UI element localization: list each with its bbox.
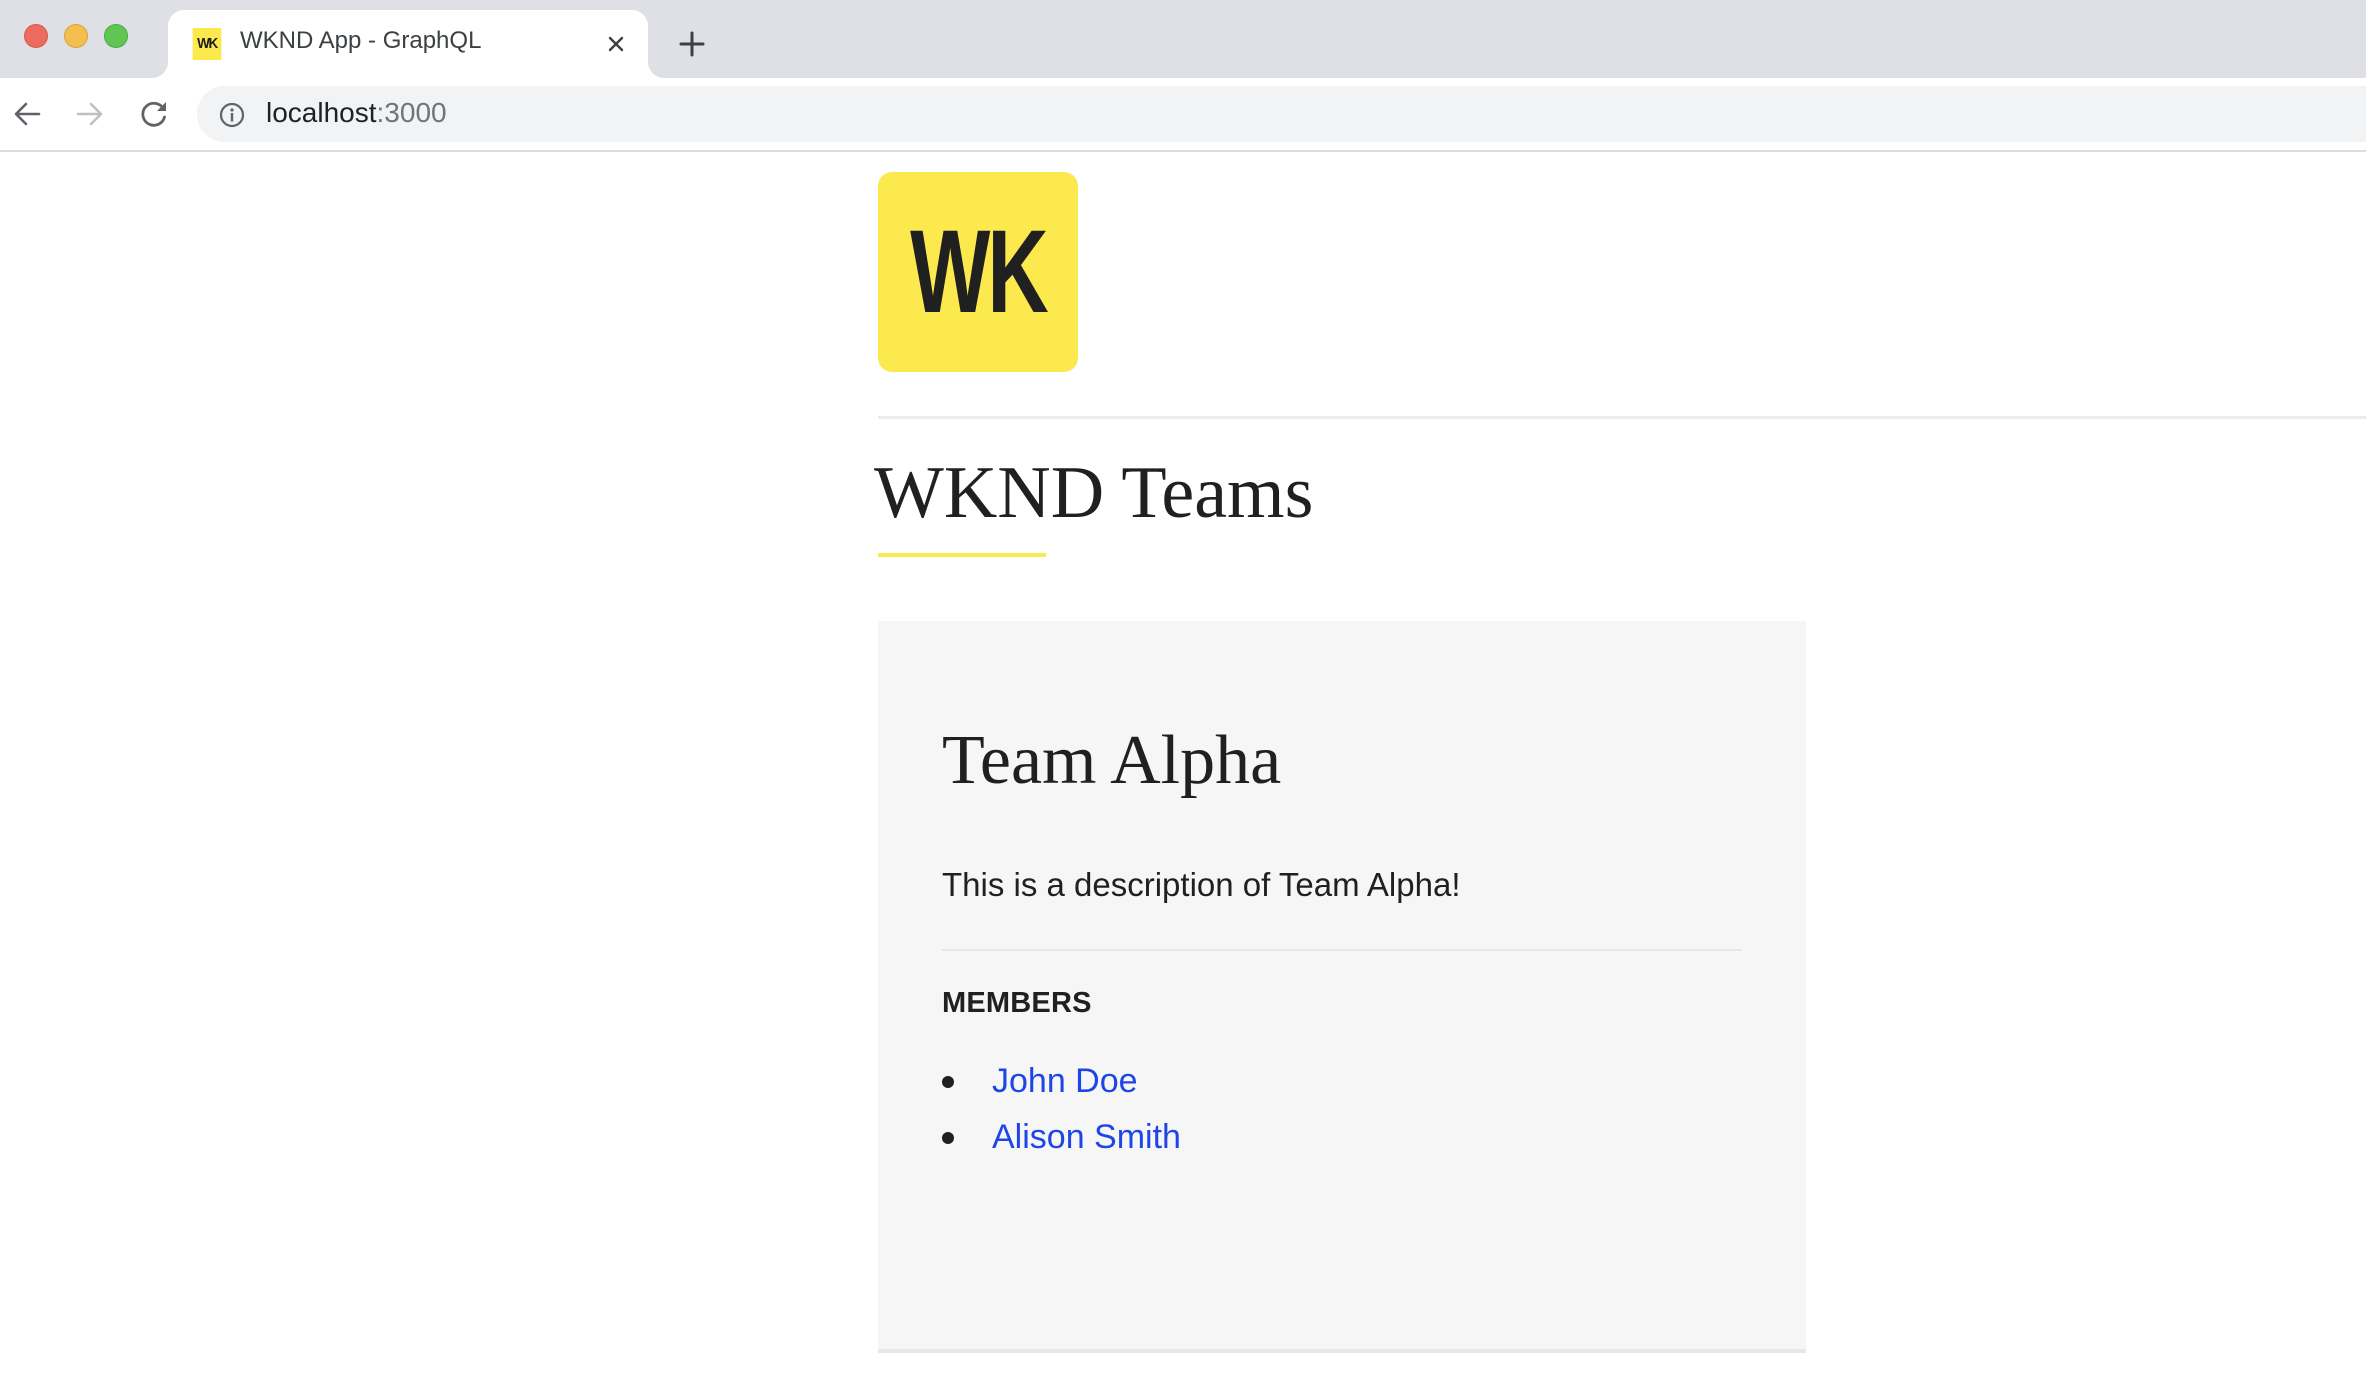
- tab-title: WKND App - GraphQL: [240, 27, 482, 54]
- plus-icon[interactable]: [678, 30, 706, 58]
- header-divider: [878, 416, 2366, 419]
- member-link-john-doe[interactable]: John Doe: [992, 1062, 1138, 1100]
- team-description: This is a description of Team Alpha!: [942, 866, 1461, 903]
- url-text[interactable]: localhost:3000: [266, 97, 447, 129]
- member-item: John Doe: [942, 1053, 1181, 1109]
- arrow-right-icon[interactable]: [75, 99, 105, 129]
- arrow-left-icon[interactable]: [12, 99, 42, 129]
- team-card: Team Alpha This is a description of Team…: [878, 621, 1806, 1353]
- logo-text: WK: [910, 206, 1049, 338]
- window-close-button[interactable]: [24, 24, 48, 48]
- members-list: John Doe Alison Smith: [942, 1053, 1181, 1165]
- close-icon[interactable]: [604, 32, 628, 56]
- title-underline: [878, 553, 1046, 557]
- member-link-alison-smith[interactable]: Alison Smith: [992, 1118, 1181, 1156]
- window-minimize-button[interactable]: [64, 24, 88, 48]
- bullet-icon: [942, 1132, 954, 1144]
- browser-tab-bar: WK WKND App - GraphQL: [0, 0, 2366, 78]
- members-heading: MEMBERS: [942, 987, 1092, 1019]
- window-zoom-button[interactable]: [104, 24, 128, 48]
- card-divider: [942, 949, 1742, 951]
- team-name: Team Alpha: [942, 722, 1282, 799]
- info-icon[interactable]: [219, 102, 245, 128]
- url-port: :3000: [376, 97, 447, 128]
- wknd-logo[interactable]: WK: [878, 172, 1078, 372]
- favicon-icon: WK: [192, 28, 222, 60]
- browser-tab-active[interactable]: WK WKND App - GraphQL: [168, 10, 648, 78]
- url-host: localhost: [266, 97, 377, 128]
- bullet-icon: [942, 1076, 954, 1088]
- reload-icon[interactable]: [139, 99, 169, 129]
- member-item: Alison Smith: [942, 1109, 1181, 1165]
- address-bar[interactable]: localhost:3000: [197, 86, 2366, 142]
- page-title: WKND Teams: [874, 452, 1314, 534]
- browser-toolbar: localhost:3000: [0, 78, 2366, 152]
